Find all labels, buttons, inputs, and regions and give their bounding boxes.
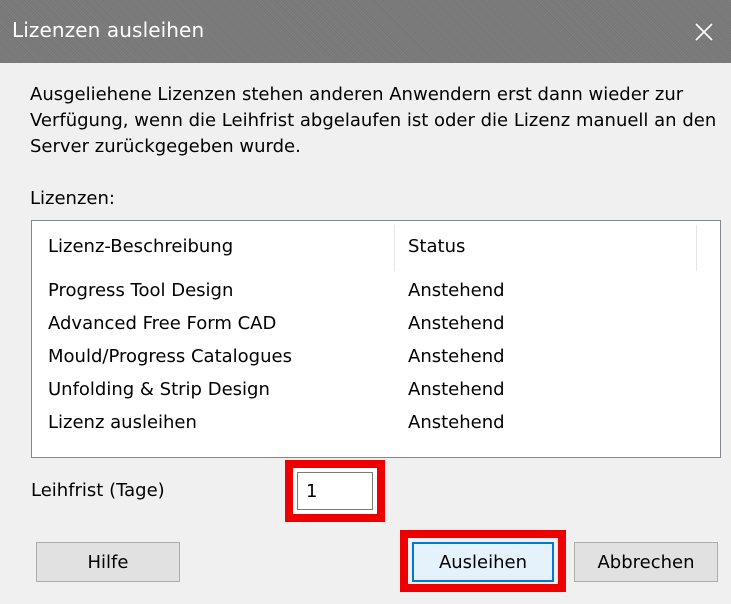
list-item[interactable]: Mould/Progress Catalogues Anstehend — [32, 342, 720, 375]
license-status: Anstehend — [408, 379, 505, 400]
borrow-button[interactable]: Ausleihen — [412, 542, 554, 582]
list-item[interactable]: Unfolding & Strip Design Anstehend — [32, 375, 720, 408]
close-icon — [695, 22, 713, 41]
license-status: Anstehend — [408, 280, 505, 301]
loan-period-label: Leihfrist (Tage) — [31, 480, 165, 501]
list-item[interactable]: Progress Tool Design Anstehend — [32, 276, 720, 309]
column-separator[interactable] — [394, 225, 395, 271]
close-button[interactable] — [677, 0, 731, 63]
license-description: Mould/Progress Catalogues — [48, 346, 292, 367]
borrow-button-highlight: Ausleihen — [400, 530, 566, 592]
title-bar: Lizenzen ausleihen — [0, 0, 731, 63]
help-button[interactable]: Hilfe — [36, 542, 180, 582]
license-status: Anstehend — [408, 313, 505, 334]
loan-period-highlight — [285, 460, 385, 522]
cancel-button[interactable]: Abbrechen — [574, 542, 718, 582]
license-description: Advanced Free Form CAD — [48, 313, 277, 334]
license-description: Unfolding & Strip Design — [48, 379, 270, 400]
borrow-licenses-dialog: Lizenzen ausleihen Ausgeliehene Lizenzen… — [0, 0, 731, 604]
license-status: Anstehend — [408, 412, 505, 433]
info-message: Ausgeliehene Lizenzen stehen anderen Anw… — [30, 84, 717, 157]
column-header-status[interactable]: Status — [408, 236, 465, 257]
license-description: Progress Tool Design — [48, 280, 234, 301]
license-status: Anstehend — [408, 346, 505, 367]
list-item[interactable]: Lizenz ausleihen Anstehend — [32, 408, 720, 441]
list-item[interactable]: Advanced Free Form CAD Anstehend — [32, 309, 720, 342]
loan-period-input[interactable] — [297, 472, 373, 510]
licenses-label: Lizenzen: — [30, 188, 115, 209]
window-title: Lizenzen ausleihen — [12, 18, 205, 42]
list-header: Lizenz-Beschreibung Status — [32, 221, 720, 271]
column-separator[interactable] — [696, 225, 697, 271]
column-header-description[interactable]: Lizenz-Beschreibung — [48, 236, 233, 257]
license-description: Lizenz ausleihen — [48, 412, 197, 433]
licenses-list[interactable]: Lizenz-Beschreibung Status Progress Tool… — [31, 220, 721, 458]
